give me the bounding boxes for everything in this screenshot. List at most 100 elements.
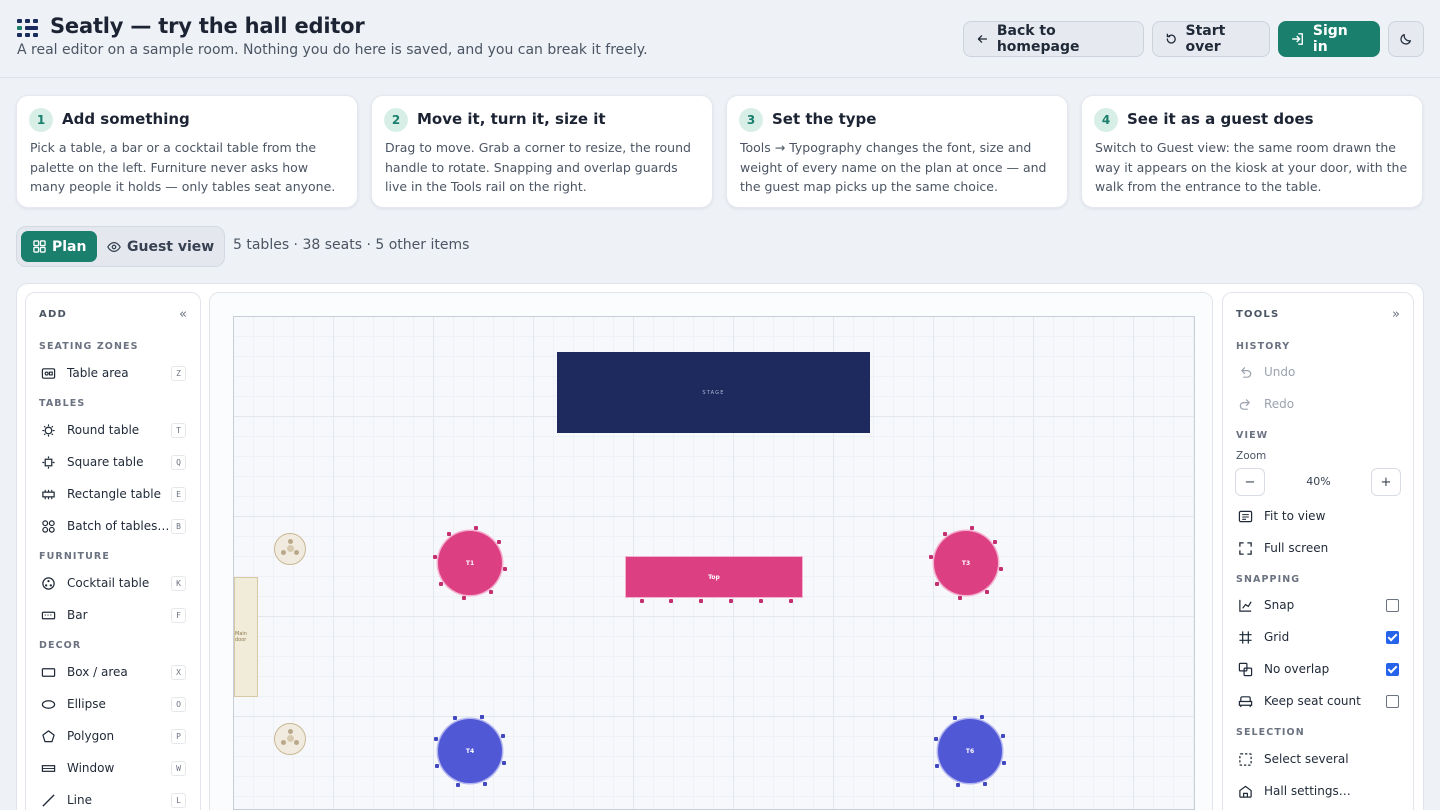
palette-item-ellipse[interactable]: Ellipse O <box>40 692 200 716</box>
bar-icon <box>40 607 56 623</box>
redo-button[interactable]: Redo <box>1237 392 1413 416</box>
moon-icon <box>1400 34 1411 45</box>
snap-icon <box>1237 597 1253 613</box>
seat <box>1001 761 1006 766</box>
window-icon <box>40 760 56 776</box>
theme-toggle-button[interactable] <box>1388 21 1424 57</box>
palette-item-cocktail-table[interactable]: Cocktail table K <box>40 571 200 595</box>
palette-item-label: Rectangle table <box>67 487 161 501</box>
palette-item-polygon[interactable]: Polygon P <box>40 724 200 748</box>
palette-item-square-table[interactable]: Square table Q <box>40 450 200 474</box>
redo-label: Redo <box>1264 397 1295 411</box>
start-over-button[interactable]: Start over <box>1152 21 1270 57</box>
step-card-2: 2 Move it, turn it, size it Drag to move… <box>371 95 713 208</box>
cocktail-table[interactable] <box>274 723 306 755</box>
palette-item-label: Window <box>67 761 115 775</box>
guest-view-button[interactable]: Guest view <box>107 231 219 262</box>
section-seating-zones: SEATING ZONES <box>39 341 139 352</box>
keep-seat-count-label: Keep seat count <box>1264 694 1361 708</box>
fit-to-view-button[interactable]: Fit to view <box>1237 504 1413 528</box>
sign-in-button[interactable]: Sign in <box>1278 21 1380 57</box>
undo-button[interactable]: Undo <box>1237 360 1413 384</box>
no-overlap-toggle[interactable]: No overlap <box>1237 657 1413 681</box>
seat <box>952 716 957 721</box>
grid-toggle[interactable]: Grid <box>1237 625 1413 649</box>
add-panel-title: ADD <box>39 309 67 320</box>
page-subtitle: A real editor on a sample room. Nothing … <box>17 42 648 58</box>
palette-item-label: Line <box>67 793 93 807</box>
seat <box>983 781 988 786</box>
cocktail-table-icon <box>40 575 56 591</box>
snap-label: Snap <box>1264 598 1295 612</box>
seat <box>957 596 962 601</box>
plan-mode-button[interactable]: Plan <box>21 231 97 262</box>
palette-item-label: Bar <box>67 608 88 622</box>
round-table-t3[interactable]: T3 <box>934 531 998 595</box>
step-card-4: 4 See it as a guest does Switch to Guest… <box>1081 95 1423 208</box>
select-several-label: Select several <box>1264 752 1349 766</box>
step-body: Drag to move. Grab a corner to resize, t… <box>385 140 691 194</box>
palette-item-rectangle-table[interactable]: Rectangle table E <box>40 482 200 506</box>
no-overlap-label: No overlap <box>1264 662 1330 676</box>
view-mode-switch: Plan Guest view <box>16 226 225 267</box>
shortcut-key: T <box>171 422 186 438</box>
collapse-add-panel-button[interactable]: « <box>179 307 187 322</box>
no-overlap-checkbox[interactable] <box>1386 662 1399 676</box>
seat-icon <box>1237 693 1253 709</box>
sign-in-label: Sign in <box>1312 23 1348 55</box>
full-screen-label: Full screen <box>1264 541 1329 555</box>
shortcut-key: B <box>171 518 186 534</box>
palette-item-window[interactable]: Window W <box>40 756 200 780</box>
snap-checkbox[interactable] <box>1386 598 1399 612</box>
seat <box>432 554 437 559</box>
step-number: 2 <box>384 108 408 132</box>
seat <box>438 581 443 586</box>
restart-icon <box>1166 33 1176 44</box>
keep-seat-count-toggle[interactable]: Keep seat count <box>1237 689 1413 713</box>
round-table-icon <box>40 422 56 438</box>
rectangle-table-top[interactable]: Top <box>625 556 803 598</box>
main-door[interactable]: Main door <box>234 577 258 697</box>
palette-item-line[interactable]: Line L <box>40 788 200 810</box>
square-table-icon <box>40 454 56 470</box>
box-icon <box>40 664 56 680</box>
palette-item-round-table[interactable]: Round table T <box>40 418 200 442</box>
back-to-homepage-button[interactable]: Back to homepage <box>963 21 1144 57</box>
batch-tables-icon <box>40 518 56 534</box>
collapse-tools-panel-button[interactable]: » <box>1392 307 1400 322</box>
hall-settings-button[interactable]: Hall settings… <box>1237 779 1413 803</box>
logo-icon <box>17 19 38 37</box>
shortcut-key: F <box>171 607 186 623</box>
section-view: VIEW <box>1236 430 1269 441</box>
table-area-icon <box>40 365 56 381</box>
shortcut-key: W <box>171 760 186 776</box>
palette-item-table-area[interactable]: Table area Z <box>40 361 200 385</box>
rectangle-table-icon <box>40 486 56 502</box>
round-table-t6[interactable]: T6 <box>938 719 1002 783</box>
stage[interactable]: STAGE <box>557 352 870 433</box>
tools-panel: TOOLS » HISTORY Undo Redo VIEW Zoom − 40… <box>1222 292 1414 810</box>
seat <box>447 531 452 536</box>
select-several-button[interactable]: Select several <box>1237 747 1413 771</box>
round-table-t4[interactable]: T4 <box>438 719 502 783</box>
cocktail-table[interactable] <box>274 533 306 565</box>
step-card-3: 3 Set the type Tools → Typography change… <box>726 95 1068 208</box>
step-title: See it as a guest does <box>1127 110 1314 128</box>
snap-toggle[interactable]: Snap <box>1237 593 1413 617</box>
grid-checkbox[interactable] <box>1386 630 1399 644</box>
palette-item-label: Ellipse <box>67 697 106 711</box>
shortcut-key: E <box>171 486 186 502</box>
back-label: Back to homepage <box>996 23 1080 55</box>
seat <box>500 733 505 738</box>
step-body: Tools → Typography changes the font, siz… <box>740 140 1047 194</box>
seat <box>483 781 488 786</box>
zoom-in-button[interactable]: + <box>1371 468 1401 496</box>
zoom-out-button[interactable]: − <box>1235 468 1265 496</box>
keep-seat-count-checkbox[interactable] <box>1386 694 1399 708</box>
round-table-t1[interactable]: T1 <box>438 531 502 595</box>
palette-item-bar[interactable]: Bar F <box>40 603 200 627</box>
palette-item-batch-tables[interactable]: Batch of tables… B <box>40 514 200 538</box>
full-screen-button[interactable]: Full screen <box>1237 536 1413 560</box>
sign-in-icon <box>1292 33 1303 45</box>
palette-item-box[interactable]: Box / area X <box>40 660 200 684</box>
